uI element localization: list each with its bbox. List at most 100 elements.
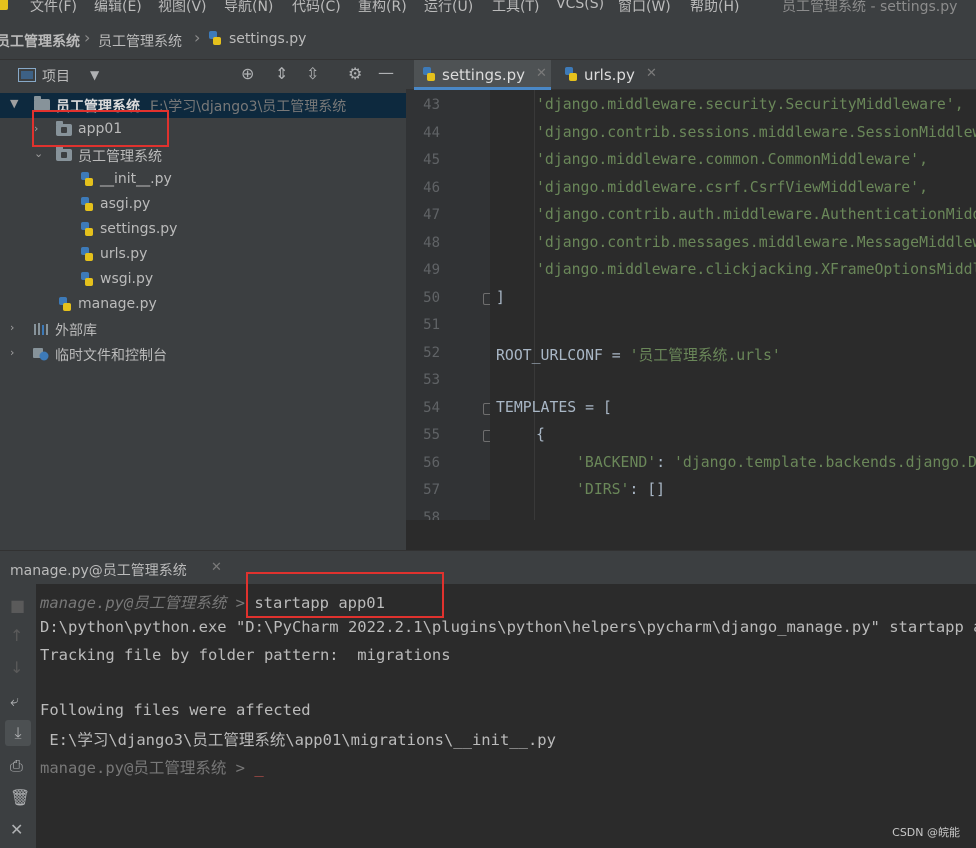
tree-item-wsgi[interactable]: wsgi.py: [0, 268, 406, 293]
tab-label: urls.py: [584, 66, 635, 84]
python-file-icon: [81, 272, 93, 286]
console-cursor: _: [254, 759, 264, 777]
chevron-right-icon[interactable]: ›: [10, 321, 14, 334]
tree-item-init[interactable]: __init__.py: [0, 168, 406, 193]
close-icon[interactable]: ✕: [646, 66, 657, 81]
tree-file-label: wsgi.py: [100, 271, 154, 287]
menu-code[interactable]: 代码(C): [292, 0, 341, 16]
menu-navigate[interactable]: 导航(N): [224, 0, 273, 16]
menu-vcs[interactable]: VCS(S): [556, 0, 604, 12]
menu-tools[interactable]: 工具(T): [492, 0, 539, 16]
breadcrumb: 员工管理系统 › 员工管理系统 › settings.py: [0, 16, 976, 60]
code-line: ]: [496, 289, 505, 306]
highlight-box: [32, 110, 169, 147]
tree-item-scratches[interactable]: › 临时文件和控制台: [0, 342, 406, 367]
tree-item-settings[interactable]: settings.py: [0, 218, 406, 243]
chevron-down-icon[interactable]: ▼: [10, 97, 18, 110]
console-prompt-line[interactable]: manage.py@员工管理系统 > _: [40, 756, 264, 778]
menu-refactor[interactable]: 重构(R): [358, 0, 407, 16]
close-icon[interactable]: ✕: [10, 822, 23, 838]
tree-item-external-libs[interactable]: › 外部库: [0, 317, 406, 342]
soft-wrap-icon[interactable]: ⤶: [10, 693, 19, 709]
trash-icon[interactable]: 🗑: [10, 790, 30, 806]
code-line: 'BACKEND': 'django.template.backends.dja…: [576, 454, 976, 471]
python-file-icon: [423, 67, 435, 81]
menu-bar: 文件(F) 编辑(E) 视图(V) 导航(N) 代码(C) 重构(R) 运行(U…: [0, 0, 976, 16]
line-number: 44: [423, 125, 440, 141]
tree-item-asgi[interactable]: asgi.py: [0, 193, 406, 218]
project-panel-header: 项目 ▼ ⊕ ⇕ ⇳ ⚙ —: [0, 60, 406, 90]
code-line: 'django.contrib.auth.middleware.Authenti…: [536, 206, 976, 223]
chevron-right-icon[interactable]: ›: [10, 346, 14, 359]
breadcrumb-package[interactable]: 员工管理系统: [98, 31, 182, 51]
tab-urls[interactable]: urls.py ✕: [556, 60, 666, 90]
code-token: ROOT_URLCONF =: [496, 347, 630, 364]
code-line: 'django.middleware.clickjacking.XFrameOp…: [536, 261, 976, 278]
tree-package-label: 员工管理系统: [78, 149, 162, 165]
arrow-down-icon[interactable]: ↓: [10, 660, 23, 676]
code-line: 'django.middleware.csrf.CsrfViewMiddlewa…: [536, 179, 928, 196]
line-number: 49: [423, 262, 440, 278]
tree-item-manage[interactable]: manage.py: [0, 293, 406, 318]
console-line: Following files were affected: [40, 701, 311, 719]
line-number: 52: [423, 345, 440, 361]
tree-item-urls[interactable]: urls.py: [0, 243, 406, 268]
code-token: 'BACKEND': [576, 454, 657, 471]
line-number: 58: [423, 510, 440, 520]
line-number: 51: [423, 317, 440, 333]
expand-all-icon[interactable]: ⇕: [275, 66, 288, 82]
code-token: : []: [629, 481, 666, 498]
code-line: 'django.contrib.sessions.middleware.Sess…: [536, 124, 976, 141]
python-file-icon: [209, 31, 221, 45]
scroll-to-end-icon[interactable]: ⤓: [5, 720, 31, 746]
print-icon[interactable]: ⎙: [10, 758, 23, 774]
breadcrumb-project[interactable]: 员工管理系统: [0, 31, 80, 51]
line-number: 53: [423, 372, 440, 388]
line-number: 56: [423, 455, 440, 471]
menu-view[interactable]: 视图(V): [158, 0, 207, 16]
breadcrumb-file[interactable]: settings.py: [229, 31, 306, 47]
code-line: 'django.contrib.messages.middleware.Mess…: [536, 234, 976, 251]
editor-scrollbar[interactable]: [406, 520, 976, 550]
menu-window[interactable]: 窗口(W): [618, 0, 671, 16]
tab-settings[interactable]: settings.py ✕: [414, 60, 551, 90]
tree-file-label: urls.py: [100, 246, 148, 262]
stop-icon[interactable]: ■: [10, 598, 25, 614]
run-tab-label[interactable]: manage.py@员工管理系统: [10, 560, 187, 580]
minimize-icon[interactable]: —: [378, 65, 394, 81]
close-icon[interactable]: ✕: [211, 560, 222, 575]
chevron-right-icon: ›: [194, 28, 201, 47]
close-icon[interactable]: ✕: [536, 66, 547, 81]
console-prompt: manage.py@员工管理系统 >: [40, 594, 255, 612]
chevron-down-icon[interactable]: ⌄: [34, 147, 43, 160]
code-line: 'django.middleware.common.CommonMiddlewa…: [536, 151, 928, 168]
python-file-icon: [81, 247, 93, 261]
code-line: 'django.middleware.security.SecurityMidd…: [536, 96, 964, 113]
locate-icon[interactable]: ⊕: [241, 66, 254, 82]
project-panel-title[interactable]: 项目: [42, 66, 70, 86]
tree-file-label: settings.py: [100, 221, 178, 237]
console-line: E:\学习\django3\员工管理系统\app01\migrations\__…: [40, 731, 556, 749]
console-output[interactable]: manage.py@员工管理系统 > startapp app01 D:\pyt…: [36, 584, 976, 848]
code-editor[interactable]: 'django.middleware.security.SecurityMidd…: [490, 90, 976, 520]
menu-help[interactable]: 帮助(H): [690, 0, 739, 16]
menu-edit[interactable]: 编辑(E): [94, 0, 142, 16]
python-file-icon: [81, 222, 93, 236]
python-file-icon: [565, 67, 577, 81]
tree-external-libs-label: 外部库: [55, 323, 97, 339]
console-prompt: manage.py@员工管理系统 >: [40, 759, 255, 777]
menu-file[interactable]: 文件(F): [30, 0, 77, 16]
pycharm-logo-icon: [0, 0, 8, 10]
arrow-up-icon[interactable]: ↑: [10, 628, 23, 644]
line-number: 43: [423, 97, 440, 113]
dropdown-icon[interactable]: ▼: [90, 67, 99, 83]
code-token: :: [656, 454, 675, 471]
python-file-icon: [81, 172, 93, 186]
menu-run[interactable]: 运行(U): [424, 0, 473, 16]
collapse-all-icon[interactable]: ⇳: [306, 66, 319, 82]
gear-icon[interactable]: ⚙: [348, 66, 362, 82]
python-file-icon: [59, 297, 71, 311]
code-token: 'DIRS': [576, 481, 630, 498]
code-token: 'django.template.backends.django.DjangoT…: [674, 454, 976, 471]
python-file-icon: [81, 197, 93, 211]
